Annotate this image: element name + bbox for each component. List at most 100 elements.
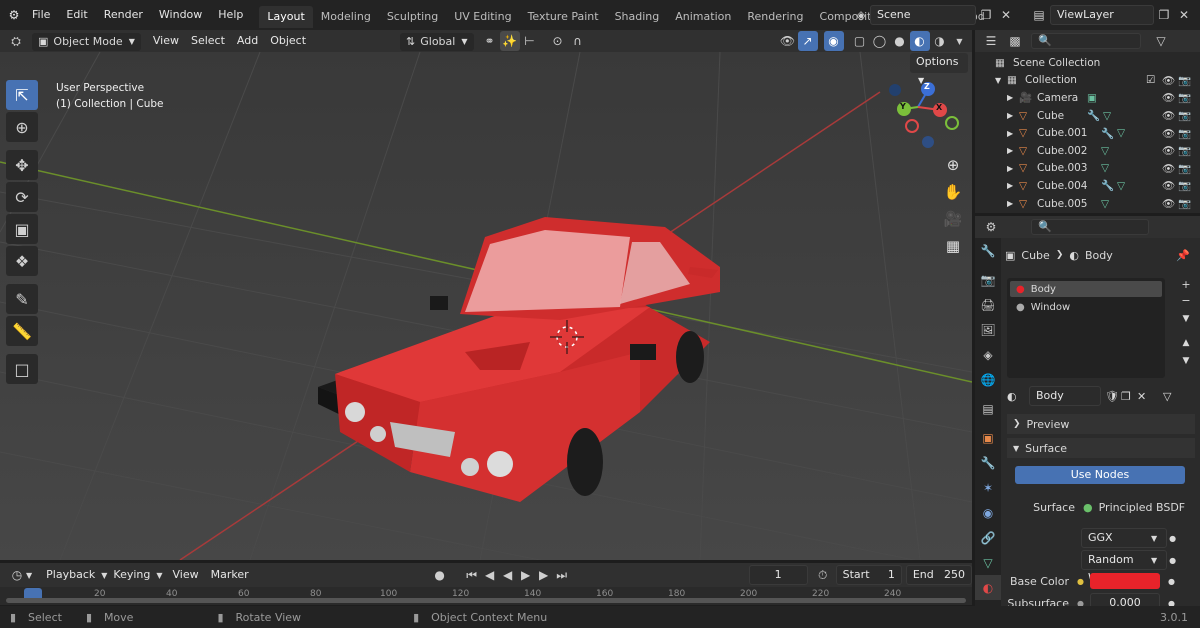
anim-dot-icon[interactable]: ● <box>1168 577 1175 586</box>
visibility-icon[interactable]: 👁 <box>778 31 798 51</box>
data-tab-icon[interactable]: ▽ <box>975 550 1001 575</box>
wireframe-shading-icon[interactable]: ◯ <box>870 31 890 51</box>
outliner-search-input[interactable]: 🔍 <box>1031 33 1141 49</box>
pivot-icon[interactable]: ⚭ <box>480 31 500 51</box>
current-frame-field[interactable]: 1 <box>748 565 808 585</box>
link-dropdown-icon[interactable]: ▽ <box>1163 390 1183 403</box>
tab-uv-editing[interactable]: UV Editing <box>446 6 519 28</box>
pin-icon[interactable]: 📌 <box>1176 249 1190 262</box>
panel-preview[interactable]: ❯ Preview <box>1007 414 1195 434</box>
add-cube-tool-icon[interactable]: □ <box>6 354 38 384</box>
move-up-icon[interactable]: ▲ <box>1177 338 1195 356</box>
next-keyframe-icon[interactable]: ▶ <box>535 565 553 585</box>
outliner-item-cube-004[interactable]: ▶ ▽ Cube.004 🔧 ▽ 👁 📷 <box>981 177 1194 195</box>
overlay-toggle-icon[interactable]: ◉ <box>823 31 844 51</box>
expand-arrow-icon[interactable]: ▶ <box>1007 181 1019 190</box>
start-frame-field[interactable]: Start 1 <box>835 565 902 585</box>
scene-field[interactable]: Scene <box>870 5 976 25</box>
outliner-item-cube[interactable]: ▶ ▽ Cube 🔧 ▽ 👁 📷 <box>981 107 1194 125</box>
gizmo-toggle-icon[interactable]: ↗ <box>797 31 818 51</box>
timeline-menu-view[interactable]: View <box>167 564 205 586</box>
mode-dropdown[interactable]: ▣ Object Mode ▼ <box>32 33 141 51</box>
measure-tool-icon[interactable]: 📏 <box>6 316 38 346</box>
material-slot-body[interactable]: ● Body <box>1010 281 1162 297</box>
timeline-scrollbar[interactable] <box>6 598 966 603</box>
eye-icon[interactable]: 👁 <box>1162 109 1178 122</box>
blender-logo-icon[interactable]: ⚙ <box>4 5 24 25</box>
expand-arrow-icon[interactable]: ▶ <box>1007 111 1019 120</box>
jump-end-icon[interactable]: ⏭ <box>553 565 571 585</box>
tab-layout[interactable]: Layout <box>259 6 313 28</box>
use-nodes-button[interactable]: Use Nodes <box>1015 466 1185 484</box>
base-color-swatch[interactable] <box>1089 573 1160 589</box>
outliner-item-cube-005[interactable]: ▶ ▽ Cube.005 ▽ 👁 📷 <box>981 195 1194 213</box>
options-dropdown[interactable]: Options ▼ <box>910 53 968 85</box>
remove-slot-icon[interactable]: − <box>1177 294 1195 310</box>
menu-file[interactable]: File <box>24 0 58 30</box>
snap-target-icon[interactable]: ⊢ <box>520 31 540 51</box>
viewport-menu-select[interactable]: Select <box>185 30 231 52</box>
timeline-menu-playback[interactable]: Playback <box>40 564 101 586</box>
viewport-menu-add[interactable]: Add <box>231 30 264 52</box>
eye-icon[interactable]: 👁 <box>1162 144 1178 157</box>
eye-icon[interactable]: 👁 <box>1162 91 1178 104</box>
outliner-scene-collection[interactable]: ▦ Scene Collection <box>981 54 1194 72</box>
tab-texture-paint[interactable]: Texture Paint <box>520 6 607 28</box>
camera-restrict-icon[interactable]: 📷 <box>1178 109 1194 122</box>
material-shading-icon[interactable]: ◐ <box>909 31 930 51</box>
xray-icon[interactable]: ▢ <box>850 31 870 51</box>
solid-shading-icon[interactable]: ● <box>890 31 910 51</box>
scale-tool-icon[interactable]: ▣ <box>6 214 38 244</box>
particles-tab-icon[interactable]: ✶ <box>975 475 1001 500</box>
view-layer-field[interactable]: ViewLayer <box>1050 5 1154 25</box>
expand-arrow-icon[interactable]: ▶ <box>1007 164 1019 173</box>
play-reverse-icon[interactable]: ◀ <box>499 565 517 585</box>
timeline-editor-icon[interactable]: ◷ <box>8 565 26 585</box>
menu-edit[interactable]: Edit <box>58 0 95 30</box>
menu-help[interactable]: Help <box>210 0 251 30</box>
tab-rendering[interactable]: Rendering <box>739 6 811 28</box>
tab-animation[interactable]: Animation <box>667 6 739 28</box>
outliner-editor-icon[interactable]: ☰ <box>981 31 1001 51</box>
prev-keyframe-icon[interactable]: ◀ <box>481 565 499 585</box>
display-mode-icon[interactable]: ▩ <box>1005 31 1025 51</box>
material-browse-icon[interactable]: ◐ <box>1007 390 1029 403</box>
camera-restrict-icon[interactable]: 📷 <box>1178 74 1194 87</box>
record-icon[interactable]: ● <box>431 565 449 585</box>
anim-dot-icon[interactable]: ● <box>1169 556 1176 565</box>
zoom-icon[interactable]: ⊕ <box>940 152 966 178</box>
timeline-ruler[interactable]: 20 40 60 80 100 120 140 160 180 200 220 … <box>0 587 972 605</box>
menu-window[interactable]: Window <box>151 0 210 30</box>
view-layer-tab-icon[interactable]: 🖼 <box>975 317 1001 342</box>
new-scene-icon[interactable]: ❐ <box>976 5 996 25</box>
object-tab-icon[interactable]: ▣ <box>975 425 1001 450</box>
move-tool-icon[interactable]: ✥ <box>6 150 38 180</box>
viewport-menu-object[interactable]: Object <box>264 30 312 52</box>
outliner-item-cube-003[interactable]: ▶ ▽ Cube.003 ▽ 👁 📷 <box>981 160 1194 178</box>
timeline-menu-marker[interactable]: Marker <box>205 564 255 586</box>
move-down-icon[interactable]: ▼ <box>1177 356 1195 374</box>
rendered-shading-icon[interactable]: ◑ <box>930 31 950 51</box>
unlink-material-icon[interactable]: ✕ <box>1137 390 1153 403</box>
eye-icon[interactable]: 👁 <box>1162 127 1178 140</box>
snap-icon[interactable]: ✨ <box>499 31 520 51</box>
pan-hand-icon[interactable]: ✋ <box>940 179 966 205</box>
perspective-grid-icon[interactable]: ▦ <box>940 233 966 259</box>
eye-icon[interactable]: 👁 <box>1162 162 1178 175</box>
transform-tool-icon[interactable]: ❖ <box>6 246 38 276</box>
3d-viewport[interactable]: Z Y X User Perspective (1) Collection | … <box>0 52 972 560</box>
physics-tab-icon[interactable]: ◉ <box>975 500 1001 525</box>
properties-search-input[interactable]: 🔍 <box>1031 219 1149 235</box>
orientation-dropdown[interactable]: ⇅ Global ▼ <box>400 33 474 51</box>
duplicate-material-icon[interactable]: ❐ <box>1121 390 1137 403</box>
viewport-menu-view[interactable]: View <box>147 30 185 52</box>
expand-arrow-icon[interactable]: ▼ <box>995 76 1007 85</box>
constraints-tab-icon[interactable]: 🔗 <box>975 525 1001 550</box>
render-tab-icon[interactable]: 📷 <box>975 267 1001 292</box>
proportional-edit-icon[interactable]: ⊙ <box>548 31 568 51</box>
properties-editor-icon[interactable]: ⚙ <box>981 217 1001 237</box>
scene-tab-icon[interactable]: ◈ <box>975 342 1001 367</box>
falloff-icon[interactable]: ∩ <box>568 31 588 51</box>
camera-restrict-icon[interactable]: 📷 <box>1178 144 1194 157</box>
expand-arrow-icon[interactable]: ▶ <box>1007 199 1019 208</box>
